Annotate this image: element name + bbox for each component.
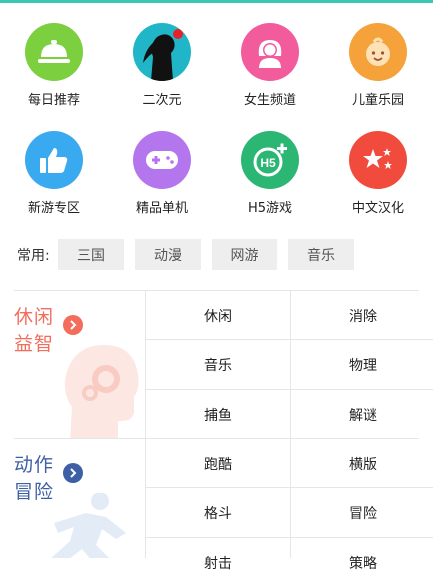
genre-cell[interactable]: 策略 xyxy=(291,538,433,587)
category-chinese-localized[interactable]: 中文汉化 xyxy=(324,131,432,216)
section-title-line1: 动作 xyxy=(14,454,55,476)
genre-cell[interactable]: 格斗 xyxy=(146,488,290,537)
category-new-games[interactable]: 新游专区 xyxy=(0,131,108,216)
tag-chip[interactable]: 三国 xyxy=(58,239,124,270)
category-label: 中文汉化 xyxy=(351,201,404,216)
child-face-icon xyxy=(349,23,407,81)
category-girls-channel[interactable]: 女生频道 xyxy=(216,23,324,108)
category-label: 儿童乐园 xyxy=(351,93,404,108)
head-gears-icon xyxy=(64,345,139,438)
svg-text:H5: H5 xyxy=(260,156,276,170)
common-tags-bar: 常用: 三国 动漫 网游 音乐 xyxy=(0,238,433,272)
stars-icon xyxy=(349,131,407,189)
section-title-line2: 益智 xyxy=(14,333,55,355)
h5-plus-icon: H5 xyxy=(241,131,299,189)
anime-girl-icon xyxy=(133,23,191,81)
food-cover-icon xyxy=(25,23,83,81)
section-casual-puzzle-header[interactable]: 休闲 益智 xyxy=(0,291,145,438)
section-title-line2: 冒险 xyxy=(14,481,55,503)
category-daily-recommend[interactable]: 每日推荐 xyxy=(0,23,108,108)
category-grid: 每日推荐 二次元 女生频道 儿童乐园 新游专区 精品单机 H5 H5游戏 中文汉… xyxy=(0,0,433,230)
thumbs-up-icon xyxy=(25,131,83,189)
genre-cell[interactable]: 横版 xyxy=(291,439,433,488)
genre-cell[interactable]: 物理 xyxy=(291,340,433,389)
category-premium-single[interactable]: 精品单机 xyxy=(108,131,216,216)
section-title-line1: 休闲 xyxy=(14,306,55,328)
category-label: 精品单机 xyxy=(135,201,188,216)
genre-cell[interactable]: 射击 xyxy=(146,538,290,587)
chevron-right-icon[interactable] xyxy=(63,463,83,483)
girl-avatar-icon xyxy=(241,23,299,81)
common-label: 常用: xyxy=(17,248,50,264)
genre-cell[interactable]: 捕鱼 xyxy=(146,390,290,439)
section-action-adventure-header[interactable]: 动作 冒险 xyxy=(0,439,145,558)
genre-cell[interactable]: 解谜 xyxy=(291,390,433,439)
genre-cell[interactable]: 音乐 xyxy=(146,340,290,389)
category-label: 新游专区 xyxy=(27,201,80,216)
category-label: 女生频道 xyxy=(243,93,296,108)
genre-cell[interactable]: 跑酷 xyxy=(146,439,290,488)
tag-chip[interactable]: 动漫 xyxy=(135,239,201,270)
category-anime[interactable]: 二次元 xyxy=(108,23,216,108)
category-label: 每日推荐 xyxy=(27,93,80,108)
tag-chip[interactable]: 网游 xyxy=(212,239,277,270)
category-label: 二次元 xyxy=(142,93,182,108)
chevron-right-icon[interactable] xyxy=(63,315,83,335)
category-label: H5游戏 xyxy=(247,201,293,216)
category-h5-games[interactable]: H5 H5游戏 xyxy=(216,131,324,216)
genre-cell[interactable]: 消除 xyxy=(291,291,433,340)
category-kids-park[interactable]: 儿童乐园 xyxy=(324,23,432,108)
gamepad-icon xyxy=(133,131,191,189)
genre-cell[interactable]: 休闲 xyxy=(146,291,290,340)
genre-cell[interactable]: 冒险 xyxy=(291,488,433,537)
tag-chip[interactable]: 音乐 xyxy=(288,239,354,270)
